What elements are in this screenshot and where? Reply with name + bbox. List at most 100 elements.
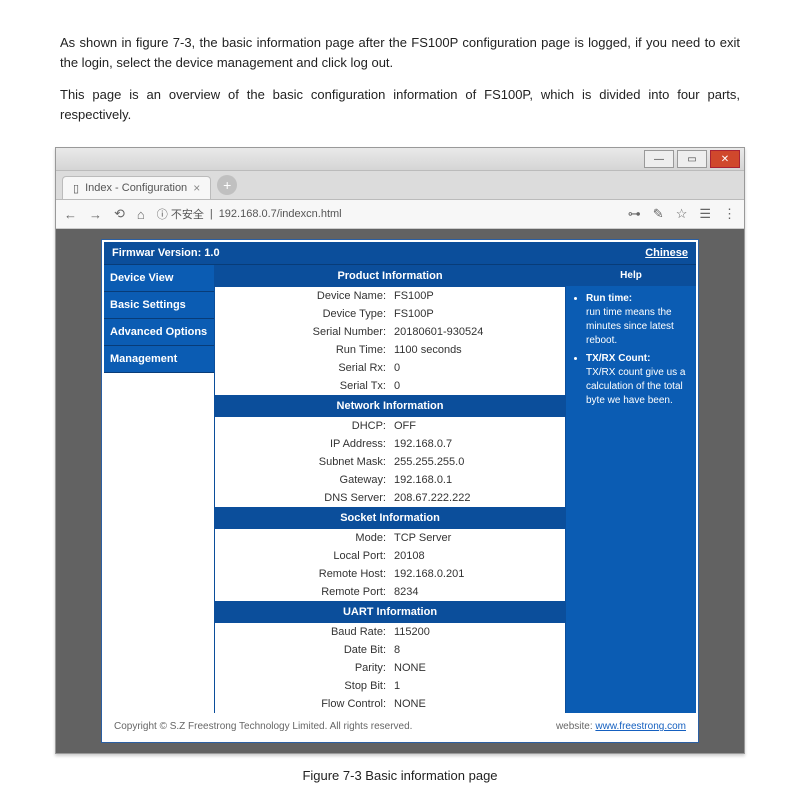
security-info-icon[interactable]: ⓘ 不安全 — [157, 206, 204, 222]
main-panel: Product InformationDevice Name:FS100PDev… — [214, 265, 566, 713]
window-minimize-button[interactable]: — — [644, 150, 674, 168]
translate-icon[interactable]: ✎ — [653, 206, 664, 222]
new-tab-button[interactable]: + — [217, 175, 237, 195]
info-row: DNS Server:208.67.222.222 — [215, 489, 565, 507]
info-label: Parity: — [215, 662, 390, 674]
info-value: NONE — [390, 662, 565, 674]
page-footer: Copyright © S.Z Freestrong Technology Li… — [104, 713, 696, 740]
info-row: Serial Number:20180601-930524 — [215, 323, 565, 341]
info-label: IP Address: — [215, 438, 390, 450]
address-bar: ← → ⟲ ⌂ ⓘ 不安全 | 192.168.0.7/indexcn.html… — [56, 200, 744, 229]
nav-forward-icon[interactable]: → — [89, 207, 102, 222]
info-row: Mode:TCP Server — [215, 529, 565, 547]
page-icon: ▯ — [73, 182, 79, 195]
info-label: DHCP: — [215, 420, 390, 432]
info-row: DHCP:OFF — [215, 417, 565, 435]
info-value: 1 — [390, 680, 565, 692]
section-header-product: Product Information — [215, 265, 565, 287]
info-label: Remote Port: — [215, 586, 390, 598]
intro-paragraph-1: As shown in figure 7-3, the basic inform… — [60, 33, 740, 72]
info-label: Remote Host: — [215, 568, 390, 580]
url-text: 192.168.0.7/indexcn.html — [219, 208, 342, 220]
info-label: Serial Rx: — [215, 362, 390, 374]
info-row: Flow Control:NONE — [215, 695, 565, 713]
window-titlebar: — ▭ ✕ — [56, 148, 744, 171]
key-icon[interactable]: ⊶ — [628, 206, 641, 222]
info-value: 0 — [390, 362, 565, 374]
info-value: 255.255.255.0 — [390, 456, 565, 468]
info-label: Device Type: — [215, 308, 390, 320]
info-row: Serial Tx:0 — [215, 377, 565, 395]
tab-bar: ▯ Index - Configuration × + — [56, 171, 744, 200]
info-value: FS100P — [390, 308, 565, 320]
info-row: Serial Rx:0 — [215, 359, 565, 377]
figure-caption: Figure 7-3 Basic information page — [0, 754, 800, 797]
info-label: Stop Bit: — [215, 680, 390, 692]
nav-home-icon[interactable]: ⌂ — [137, 207, 145, 222]
sidebar-item-advanced-options[interactable]: Advanced Options — [104, 319, 214, 346]
bookmark-star-icon[interactable]: ☆ — [676, 206, 688, 222]
sidebar-item-device-view[interactable]: Device View — [104, 265, 214, 292]
intro-paragraph-2: This page is an overview of the basic co… — [60, 85, 740, 124]
info-value: FS100P — [390, 290, 565, 302]
section-header-network: Network Information — [215, 395, 565, 417]
url-box[interactable]: ⓘ 不安全 | 192.168.0.7/indexcn.html — [157, 206, 616, 222]
info-value: 20108 — [390, 550, 565, 562]
info-value: 208.67.222.222 — [390, 492, 565, 504]
info-value: 192.168.0.7 — [390, 438, 565, 450]
sidebar-item-management[interactable]: Management — [104, 346, 214, 373]
info-row: Run Time:1100 seconds — [215, 341, 565, 359]
website-label: website: — [556, 721, 593, 732]
info-row: Device Name:FS100P — [215, 287, 565, 305]
menu-icon[interactable]: ⋮ — [723, 206, 736, 222]
section-header-uart: UART Information — [215, 601, 565, 623]
window-close-button[interactable]: ✕ — [710, 150, 740, 168]
profile-icon[interactable]: ☰ — [699, 206, 711, 222]
info-value: TCP Server — [390, 532, 565, 544]
info-row: Date Bit:8 — [215, 641, 565, 659]
website-link[interactable]: www.freestrong.com — [595, 721, 686, 732]
copyright-text: Copyright © S.Z Freestrong Technology Li… — [114, 721, 412, 732]
info-value: 20180601-930524 — [390, 326, 565, 338]
help-heading: Help — [566, 265, 696, 286]
info-row: Parity:NONE — [215, 659, 565, 677]
info-label: Run Time: — [215, 344, 390, 356]
firmware-bar: Firmwar Version: 1.0 Chinese — [104, 242, 696, 265]
info-label: Serial Number: — [215, 326, 390, 338]
info-value: 192.168.0.1 — [390, 474, 565, 486]
help-item: TX/RX Count:TX/RX count give us a calcul… — [586, 352, 688, 408]
info-value: 192.168.0.201 — [390, 568, 565, 580]
viewport: Firmwar Version: 1.0 Chinese Device View… — [56, 229, 744, 753]
info-row: IP Address:192.168.0.7 — [215, 435, 565, 453]
tab-title: Index - Configuration — [85, 182, 187, 194]
info-value: 8 — [390, 644, 565, 656]
info-label: Mode: — [215, 532, 390, 544]
config-page: Firmwar Version: 1.0 Chinese Device View… — [101, 239, 699, 743]
info-label: DNS Server: — [215, 492, 390, 504]
info-row: Local Port:20108 — [215, 547, 565, 565]
window-maximize-button[interactable]: ▭ — [677, 150, 707, 168]
nav-reload-icon[interactable]: ⟲ — [114, 206, 125, 222]
info-row: Remote Port:8234 — [215, 583, 565, 601]
info-row: Baud Rate:115200 — [215, 623, 565, 641]
section-header-socket: Socket Information — [215, 507, 565, 529]
info-label: Subnet Mask: — [215, 456, 390, 468]
info-row: Gateway:192.168.0.1 — [215, 471, 565, 489]
tab-close-icon[interactable]: × — [193, 181, 200, 195]
info-value: 0 — [390, 380, 565, 392]
info-value: OFF — [390, 420, 565, 432]
info-label: Serial Tx: — [215, 380, 390, 392]
sidebar-item-basic-settings[interactable]: Basic Settings — [104, 292, 214, 319]
info-label: Baud Rate: — [215, 626, 390, 638]
nav-back-icon[interactable]: ← — [64, 207, 77, 222]
info-row: Subnet Mask:255.255.255.0 — [215, 453, 565, 471]
info-value: 1100 seconds — [390, 344, 565, 356]
sidebar-nav: Device View Basic Settings Advanced Opti… — [104, 265, 214, 713]
info-row: Device Type:FS100P — [215, 305, 565, 323]
browser-tab[interactable]: ▯ Index - Configuration × — [62, 176, 211, 199]
language-link[interactable]: Chinese — [645, 247, 688, 259]
firmware-version-label: Firmwar Version: 1.0 — [112, 247, 220, 259]
help-panel: Help Run time:run time means the minutes… — [566, 265, 696, 713]
info-label: Gateway: — [215, 474, 390, 486]
info-value: 8234 — [390, 586, 565, 598]
